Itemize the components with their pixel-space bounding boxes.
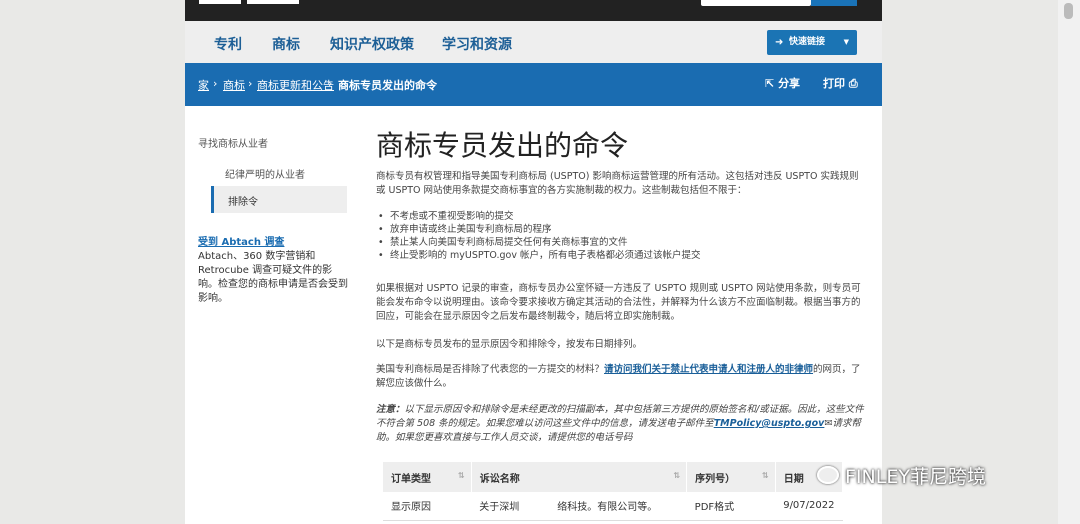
breadcrumb-separator: › xyxy=(328,77,333,90)
uspto-page: 专利 商标 知识产权政策 学习和资源 ➜ 快速链接 ▼ 家 › 商标 › 商标更… xyxy=(185,0,882,524)
logo[interactable] xyxy=(199,0,241,4)
intro-paragraph: 商标专员有权管理和指导美国专利商标局 (USPTO) 影响商标运营管理的所有活动… xyxy=(376,171,859,196)
breadcrumb-current: 商标专员发出的命令 xyxy=(338,79,437,92)
nav-ip-policy[interactable]: 知识产权政策 xyxy=(330,34,414,54)
print-button[interactable]: 打印 ⎙ xyxy=(823,75,858,91)
nav-trademarks[interactable]: 商标 xyxy=(272,34,300,54)
orders-intro-paragraph: 以下是商标专员发布的显示原因令和排除令，按发布日期排列。 xyxy=(376,339,643,350)
list-item: 不考虑或不重视受影响的提交 xyxy=(378,210,860,223)
arrow-icon: ➜ xyxy=(775,37,784,48)
excluded-text: 美国专利商标局是否排除了代表您的一方提交的材料？ xyxy=(376,364,605,375)
col-proceeding-name[interactable]: 诉讼名称 ⇅ xyxy=(471,462,688,492)
scrollbar[interactable] xyxy=(1058,0,1080,524)
cell-order-type: 显示原因 xyxy=(383,492,472,521)
non-attorney-link[interactable]: 请访问我们关于禁止代表申请人和注册人的非律师 xyxy=(604,364,813,375)
header-label: 序列号） xyxy=(695,473,736,485)
header-label: 诉讼名称 xyxy=(479,473,520,485)
sort-icon: ⇅ xyxy=(673,471,681,480)
top-header xyxy=(185,0,882,21)
survey-notice: 受到 Abtach 调查 Abtach、360 数字营销和 Retrocube … xyxy=(198,236,348,306)
main-nav: 专利 商标 知识产权政策 学习和资源 ➜ 快速链接 ▼ xyxy=(185,21,882,63)
share-icon: ⇱ xyxy=(765,77,775,90)
print-label: 打印 xyxy=(823,77,845,90)
print-icon: ⎙ xyxy=(848,77,858,90)
share-label: 分享 xyxy=(778,77,801,90)
sort-icon: ⇅ xyxy=(458,471,465,480)
excluded-paragraph: 美国专利商标局是否排除了代表您的一方提交的材料？请访问我们关于禁止代表申请人和注… xyxy=(376,363,866,391)
quick-links-button[interactable]: ➜ 快速链接 ▼ xyxy=(767,30,857,55)
proceeding-name-part: 关于深圳 xyxy=(479,502,520,514)
pdf-link[interactable]: PDF格式 xyxy=(686,492,776,521)
survey-text: Abtach、360 数字营销和 Retrocube 调查可疑文件的影响。检查您… xyxy=(198,251,348,304)
watermark: FINLEY菲尼跨境 xyxy=(815,462,986,489)
breadcrumb-separator: › xyxy=(213,77,218,90)
share-button[interactable]: ⇱ 分享 xyxy=(765,75,800,91)
left-margin xyxy=(0,0,185,524)
note-paragraph: 注意：以下显示原因令和排除令是未经更改的扫描副本，其中包括第三方提供的原始签名和… xyxy=(376,403,866,445)
show-cause-paragraph: 如果根据对 USPTO 记录的审查，商标专员办公室怀疑一方违反了 USPTO 规… xyxy=(376,283,861,322)
email-link[interactable]: TMPolicy@uspto.gov xyxy=(714,418,825,429)
sidebar-heading[interactable]: 寻找商标从业者 xyxy=(198,135,268,150)
chevron-down-icon: ▼ xyxy=(843,38,849,46)
survey-link[interactable]: 受到 Abtach 调查 xyxy=(198,237,284,248)
list-item: 终止受影响的 myUSPTO.gov 帐户，所有电子表格都必须通过该帐户提交 xyxy=(378,249,860,262)
sidebar-item-disciplined[interactable]: 纪律严明的从业者 xyxy=(225,166,305,181)
wechat-icon xyxy=(817,466,839,484)
col-serial-number[interactable]: 序列号） ⇅ xyxy=(686,462,776,492)
note-label: 注意： xyxy=(376,404,405,415)
search-button[interactable] xyxy=(811,0,857,6)
search-input[interactable] xyxy=(701,0,811,6)
cell-date: 9/07/2022 xyxy=(775,492,843,521)
header-label: 订单类型 xyxy=(391,473,431,485)
right-margin xyxy=(882,0,1080,524)
breadcrumb-separator: › xyxy=(248,77,253,90)
header-label: 日期 xyxy=(783,473,804,485)
breadcrumb-bar: 家 › 商标 › 商标更新和公告 › 商标专员发出的命令 ⇱ 分享 打印 ⎙ xyxy=(185,63,882,106)
page-title: 商标专员发出的命令 xyxy=(376,129,629,162)
breadcrumb-home[interactable]: 家 xyxy=(198,77,209,93)
table-header-row: 订单类型 ⇅ 诉讼名称 ⇅ 序列号） ⇅ 日期 xyxy=(383,462,844,492)
quick-links-label: 快速链接 xyxy=(789,37,826,47)
scrollbar-thumb[interactable] xyxy=(1064,3,1073,19)
watermark-text: FINLEY菲尼跨境 xyxy=(845,466,986,488)
logo-secondary[interactable] xyxy=(247,0,299,4)
sidebar-item-exclusion-orders[interactable]: 排除令 xyxy=(211,186,347,213)
proceeding-name-part: 络科技。有限公司等。 xyxy=(557,502,658,514)
sort-icon: ⇅ xyxy=(762,471,769,480)
nav-learning[interactable]: 学习和资源 xyxy=(442,34,512,54)
col-order-type[interactable]: 订单类型 ⇅ xyxy=(383,462,472,492)
list-item: 放弃申请或终止美国专利商标局的程序 xyxy=(378,223,860,236)
cell-proceeding-name: 关于深圳 络科技。有限公司等。 xyxy=(471,492,687,521)
list-item: 禁止某人向美国专利商标局提交任何有关商标事宜的文件 xyxy=(378,236,860,249)
orders-table: 订单类型 ⇅ 诉讼名称 ⇅ 序列号） ⇅ 日期 显示原因 关于深圳 络科技。有限公司等。… xyxy=(383,462,844,521)
breadcrumb-trademarks[interactable]: 商标 xyxy=(223,77,245,93)
table-row: 显示原因 关于深圳 络科技。有限公司等。 PDF格式 9/07/2022 xyxy=(383,492,843,521)
sanctions-list: 不考虑或不重视受影响的提交 放弃申请或终止美国专利商标局的程序 禁止某人向美国专… xyxy=(378,210,860,262)
breadcrumb-updates[interactable]: 商标更新和公告 xyxy=(257,77,334,93)
nav-patents[interactable]: 专利 xyxy=(214,34,242,54)
